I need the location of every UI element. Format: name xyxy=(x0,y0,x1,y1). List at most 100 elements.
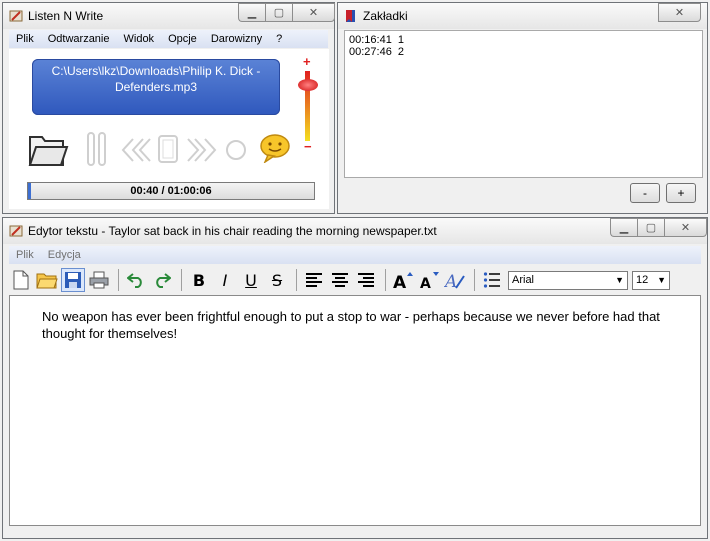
rewind-icon[interactable] xyxy=(119,137,151,163)
align-center-icon xyxy=(332,273,348,287)
title-bar[interactable]: Zakładki ✕ xyxy=(338,3,707,29)
minimize-icon: ▁ xyxy=(619,222,629,234)
grow-font-button[interactable]: A xyxy=(391,268,415,292)
close-icon: ✕ xyxy=(680,222,691,234)
window-title: Zakładki xyxy=(363,9,408,23)
close-icon: ✕ xyxy=(308,7,319,19)
fast-forward-icon[interactable] xyxy=(187,137,219,163)
toolbar-separator xyxy=(474,269,475,291)
folder-open-icon[interactable] xyxy=(27,129,69,169)
window-title: Listen N Write xyxy=(28,9,104,23)
open-folder-icon xyxy=(36,273,58,289)
bullet-list-icon xyxy=(483,272,500,288)
save-button[interactable] xyxy=(61,268,85,292)
bold-button[interactable]: B xyxy=(187,268,211,292)
align-left-button[interactable] xyxy=(302,268,326,292)
font-size-select[interactable]: 12 ▼ xyxy=(632,270,670,290)
lnw-menu-item[interactable]: ? xyxy=(269,33,289,45)
bookmark-icon xyxy=(346,10,355,22)
svg-text:A: A xyxy=(393,273,407,290)
strikethrough-button[interactable]: S xyxy=(265,268,289,292)
toolbar-separator xyxy=(181,269,182,291)
bullet-list-button[interactable] xyxy=(480,268,504,292)
bookmark-item[interactable]: 00:16:41 1 xyxy=(345,34,702,46)
font-size-value: 12 xyxy=(636,273,649,286)
menu-bar: Plik Edycja xyxy=(9,246,701,264)
title-bar[interactable]: Edytor tekstu - Taylor sat back in his c… xyxy=(3,218,707,244)
editor-menu-item[interactable]: Plik xyxy=(9,249,41,261)
svg-text:A: A xyxy=(420,276,431,290)
minimize-button[interactable]: ▁ xyxy=(238,3,265,22)
font-style-icon: A xyxy=(444,272,465,290)
toolbar-separator xyxy=(118,269,119,291)
maximize-icon: ▢ xyxy=(645,222,657,234)
shrink-font-button[interactable]: A xyxy=(417,268,441,292)
maximize-icon: ▢ xyxy=(273,7,285,19)
menu-bar: Plik Odtwarzanie Widok Opcje Darowizny? xyxy=(9,30,328,48)
maximize-button[interactable]: ▢ xyxy=(265,3,292,22)
chat-bubble-icon[interactable] xyxy=(259,133,291,163)
redo-button[interactable] xyxy=(150,268,174,292)
underline-button[interactable]: U xyxy=(239,268,263,292)
pause-icon[interactable] xyxy=(86,131,108,167)
close-icon: ✕ xyxy=(674,7,685,19)
lnw-menu-item[interactable]: Opcje xyxy=(161,33,204,45)
editor-menu-item[interactable]: Edycja xyxy=(41,249,88,261)
align-left-icon xyxy=(306,273,322,287)
volume-slider[interactable]: + − xyxy=(296,54,320,154)
new-file-icon xyxy=(13,270,29,290)
window-title: Edytor tekstu - Taylor sat back in his c… xyxy=(28,224,437,238)
listen-n-write-window: Listen N Write ▁ ▢ ✕ Plik Odtwarzanie Wido… xyxy=(2,2,335,214)
volume-plus-label: + xyxy=(303,54,311,69)
app-icon xyxy=(9,10,23,22)
maximize-button[interactable]: ▢ xyxy=(637,218,664,237)
minimize-button[interactable]: ▁ xyxy=(610,218,637,237)
lnw-menu-item[interactable]: Widok xyxy=(117,33,162,45)
close-button[interactable]: ✕ xyxy=(664,218,707,237)
minimize-icon: ▁ xyxy=(247,7,257,19)
remove-bookmark-button[interactable]: - xyxy=(630,183,660,203)
font-grow-icon: A xyxy=(393,272,413,290)
text-edit-area[interactable]: No weapon has ever been frightful enough… xyxy=(9,295,701,526)
bookmark-list[interactable]: 00:16:41 1 00:27:46 2 xyxy=(344,30,703,178)
file-path-line1: C:\Users\lkz\Downloads\Philip K. Dick - xyxy=(51,64,261,78)
undo-icon xyxy=(127,273,142,288)
toolbar-separator xyxy=(385,269,386,291)
lnw-menu-item[interactable]: Darowizny xyxy=(204,33,269,45)
open-file-button[interactable] xyxy=(35,268,59,292)
formatting-toolbar: B I U S A A A Arial ▼ 12 ▼ xyxy=(9,265,701,295)
document-text: No weapon has ever been frightful enough… xyxy=(42,309,660,341)
close-button[interactable]: ✕ xyxy=(292,3,335,22)
font-style-button[interactable]: A xyxy=(443,268,467,292)
align-right-button[interactable] xyxy=(354,268,378,292)
bookmark-item[interactable]: 00:27:46 2 xyxy=(345,46,702,58)
print-button[interactable] xyxy=(87,268,111,292)
progress-fill xyxy=(28,183,32,199)
font-family-select[interactable]: Arial ▼ xyxy=(508,270,628,290)
font-family-value: Arial xyxy=(512,273,535,286)
chevron-down-icon: ▼ xyxy=(657,274,666,285)
lnw-menu-item[interactable]: Odtwarzanie xyxy=(41,33,117,45)
redo-icon xyxy=(156,273,171,288)
volume-knob[interactable] xyxy=(298,79,318,91)
save-icon xyxy=(65,272,81,288)
time-display: 00:40 / 01:00:06 xyxy=(130,185,212,197)
bookmarks-window: Zakładki ✕ 00:16:41 1 00:27:46 2 - + xyxy=(337,2,708,214)
stop-icon[interactable] xyxy=(156,133,180,165)
italic-button[interactable]: I xyxy=(213,268,237,292)
font-shrink-icon: A xyxy=(420,272,439,290)
printer-icon xyxy=(89,271,109,289)
align-center-button[interactable] xyxy=(328,268,352,292)
new-file-button[interactable] xyxy=(9,268,33,292)
align-right-icon xyxy=(358,273,374,287)
toolbar-separator xyxy=(296,269,297,291)
close-button[interactable]: ✕ xyxy=(658,3,701,22)
record-icon[interactable] xyxy=(225,139,247,161)
title-bar[interactable]: Listen N Write ▁ ▢ ✕ xyxy=(3,3,335,29)
undo-button[interactable] xyxy=(124,268,148,292)
text-editor-window: Edytor tekstu - Taylor sat back in his c… xyxy=(2,217,708,539)
chevron-down-icon: ▼ xyxy=(615,274,624,285)
lnw-menu-item[interactable]: Plik xyxy=(9,33,41,45)
playback-progress[interactable]: 00:40 / 01:00:06 xyxy=(27,182,315,200)
add-bookmark-button[interactable]: + xyxy=(666,183,696,203)
